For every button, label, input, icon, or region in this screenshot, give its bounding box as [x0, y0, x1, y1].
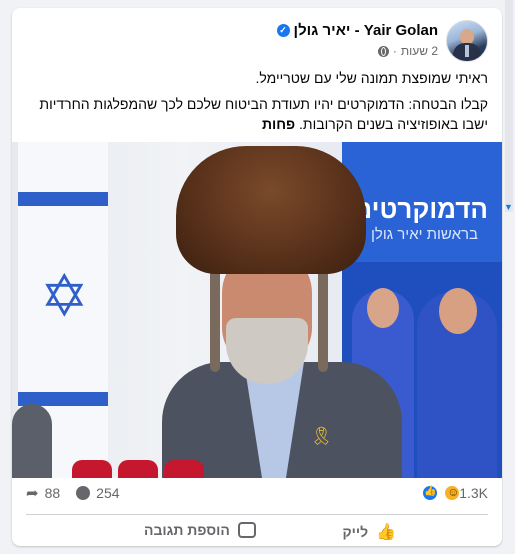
avatar-tie [465, 45, 469, 57]
microphone [72, 460, 112, 478]
sidelock-left [210, 262, 220, 372]
photo-panel-title: הדמוקרטים [353, 194, 488, 224]
post-card: Yair Golan - יאיר גולן ✓ 2 שעות · ראיתי … [12, 8, 502, 546]
comment-icon [76, 486, 91, 500]
star-of-david-icon: ✡ [40, 264, 89, 329]
globe-icon[interactable] [377, 45, 389, 57]
thumbs-up-icon: 👍 [376, 524, 396, 541]
comment-button[interactable]: הוספת תגובה [144, 522, 256, 538]
flag-stripe-top [18, 192, 108, 206]
reactions-count[interactable]: 1.3K [459, 485, 488, 501]
post-meta: 2 שעות · [377, 44, 438, 58]
reactions-summary[interactable]: 1.3K [421, 484, 488, 502]
like-icon [421, 484, 440, 502]
shtreimel-hat [176, 146, 366, 274]
author-name[interactable]: Yair Golan - יאיר גולן [294, 22, 438, 39]
post-header: Yair Golan - יאיר גולן ✓ 2 שעות · [26, 18, 488, 64]
scroll-down-arrow-icon[interactable]: ▼ [504, 202, 514, 212]
engagement-counts: ➦ 88 254 [26, 484, 120, 502]
post-text: ראיתי שמופצת תמונה שלי עם שטריימל. קבלו … [26, 68, 488, 140]
like-button[interactable]: 👍 לייק [342, 522, 396, 542]
like-button-label: לייק [342, 524, 369, 540]
photo-panel-subtitle: בראשות יאיר גולן [371, 226, 478, 243]
shares-stat[interactable]: ➦ 88 [26, 484, 60, 502]
post-stats: 1.3K ➦ 88 254 [26, 484, 488, 506]
comments-count: 254 [96, 485, 120, 501]
microphones [72, 460, 252, 478]
background-person-left [12, 404, 52, 478]
author-name-line: Yair Golan - יאיר גולן ✓ [276, 22, 438, 39]
post-photo[interactable]: הדמוקרטים בראשות יאיר גולן ✡ 🎗 [12, 142, 502, 478]
verified-badge-icon: ✓ [276, 24, 290, 37]
scrollbar-thumb[interactable] [505, 0, 513, 212]
comment-bubble-icon [237, 522, 256, 538]
see-less-link[interactable]: פחות [262, 116, 295, 132]
sidelock-right [318, 262, 328, 372]
post-time[interactable]: 2 שעות [401, 44, 438, 58]
comments-stat[interactable]: 254 [76, 485, 120, 501]
comment-button-label: הוספת תגובה [144, 522, 230, 538]
post-text-line-2: קבלו הבטחה: הדמוקרטים יהיו תעודת הביטוח … [26, 94, 488, 134]
microphone [164, 460, 204, 478]
post-actions: 👍 לייק הוספת תגובה [26, 518, 488, 546]
microphone [118, 460, 158, 478]
meta-separator: · [392, 44, 397, 58]
yellow-ribbon-icon: 🎗 [310, 426, 333, 446]
background-person-1-head [367, 288, 399, 328]
background-person-2-head [439, 288, 477, 334]
shares-count: 88 [44, 485, 61, 501]
background-person-2 [417, 288, 497, 478]
page-scrollbar[interactable]: ▼ [503, 0, 515, 554]
actions-divider [26, 514, 488, 515]
post-text-line-1: ראיתי שמופצת תמונה שלי עם שטריימל. [255, 70, 488, 86]
author-avatar[interactable] [446, 20, 488, 62]
share-icon: ➦ [26, 485, 39, 502]
